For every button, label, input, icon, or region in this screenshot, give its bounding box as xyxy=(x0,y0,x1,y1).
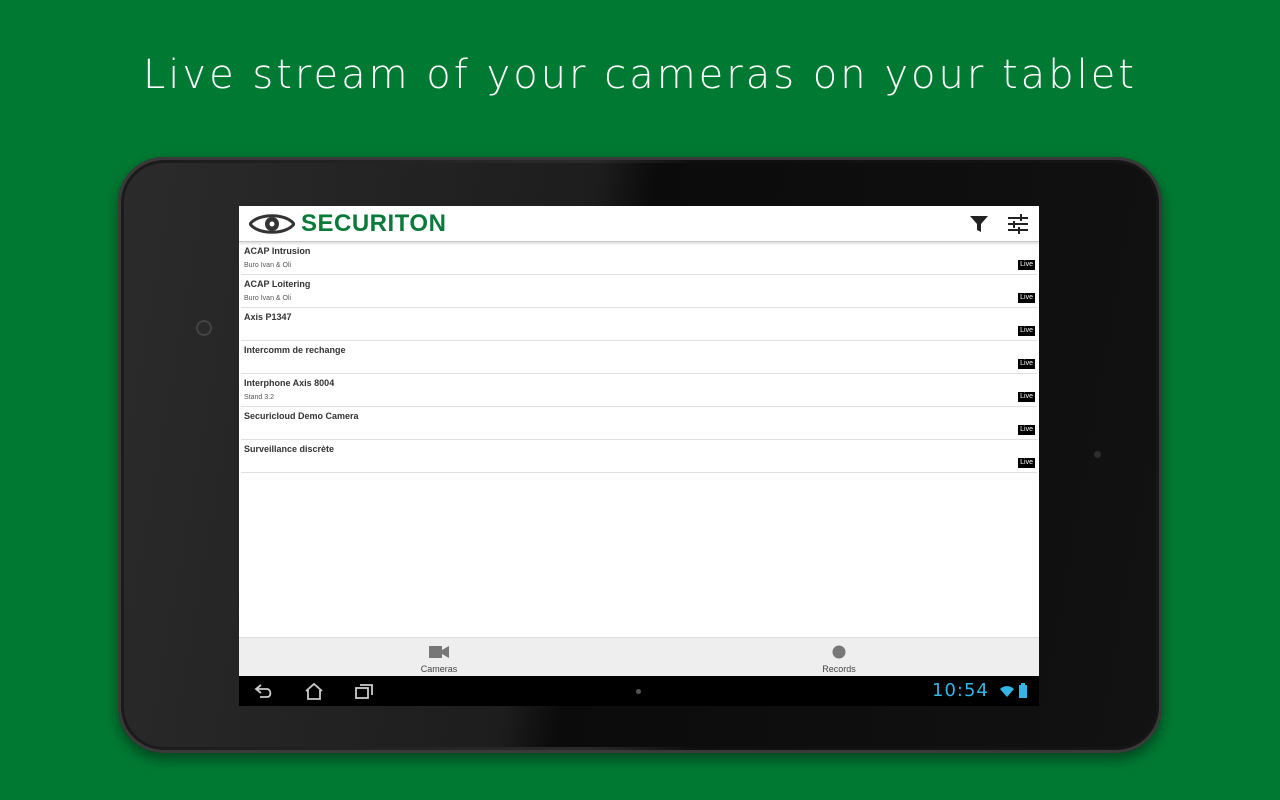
camera-name: Intercomm de rechange xyxy=(244,345,346,355)
tab-cameras[interactable]: Cameras xyxy=(239,638,639,677)
system-bar: 10:54 xyxy=(239,676,1039,706)
camera-name: Securicloud Demo Camera xyxy=(244,411,359,421)
camera-location: Buro Ivan & Oli xyxy=(244,262,292,269)
eye-icon xyxy=(249,214,295,234)
camera-row[interactable]: ACAP Loitering Buro Ivan & Oli Live xyxy=(241,275,1037,308)
camera-row[interactable]: Securicloud Demo Camera Live xyxy=(241,407,1037,440)
recent-apps-icon[interactable] xyxy=(353,682,375,700)
video-camera-icon xyxy=(429,646,449,658)
brand-name: SECURITON xyxy=(301,210,447,237)
tab-records[interactable]: Records xyxy=(639,638,1039,677)
camera-row[interactable]: Intercomm de rechange Live xyxy=(241,341,1037,374)
tab-records-label: Records xyxy=(822,664,856,674)
camera-list: ACAP Intrusion Buro Ivan & Oli Live ACAP… xyxy=(239,242,1039,473)
bottom-navigation: Cameras Records xyxy=(239,637,1039,677)
battery-icon xyxy=(1019,683,1027,698)
home-icon[interactable] xyxy=(303,682,325,700)
live-badge[interactable]: Live xyxy=(1018,458,1035,468)
camera-row[interactable]: ACAP Intrusion Buro Ivan & Oli Live xyxy=(241,242,1037,275)
back-icon[interactable] xyxy=(253,682,275,700)
camera-name: Interphone Axis 8004 xyxy=(244,378,335,388)
wifi-icon xyxy=(1000,686,1014,697)
camera-location: Buro Ivan & Oli xyxy=(244,295,292,302)
tablet-screen: SECURITON ACAP Intrusion Buro Ivan & Oli… xyxy=(239,206,1039,706)
settings-sliders-icon[interactable] xyxy=(1007,213,1029,235)
live-badge[interactable]: Live xyxy=(1018,425,1035,435)
live-badge[interactable]: Live xyxy=(1018,392,1035,402)
nav-indicator-dot xyxy=(636,689,641,694)
live-badge[interactable]: Live xyxy=(1018,326,1035,336)
app-bar: SECURITON xyxy=(239,206,1039,242)
front-camera-icon xyxy=(196,320,212,336)
filter-icon[interactable] xyxy=(968,213,990,235)
tab-cameras-label: Cameras xyxy=(420,664,458,674)
camera-row[interactable]: Surveillance discrète Live xyxy=(241,440,1037,473)
status-clock: 10:54 xyxy=(932,680,989,701)
sensor-icon xyxy=(1094,451,1101,458)
live-badge[interactable]: Live xyxy=(1018,359,1035,369)
camera-row[interactable]: Interphone Axis 8004 Stand 3.2 Live xyxy=(241,374,1037,407)
camera-name: ACAP Loitering xyxy=(244,279,311,289)
headline: Live stream of your cameras on your tabl… xyxy=(143,52,1137,98)
camera-row[interactable]: Axis P1347 Live xyxy=(241,308,1037,341)
camera-location: Stand 3.2 xyxy=(244,394,274,401)
camera-name: Surveillance discrète xyxy=(244,444,335,454)
live-badge[interactable]: Live xyxy=(1018,260,1035,270)
camera-name: ACAP Intrusion xyxy=(244,246,311,256)
app-logo: SECURITON xyxy=(249,210,446,238)
camera-name: Axis P1347 xyxy=(244,312,292,322)
live-badge[interactable]: Live xyxy=(1018,293,1035,303)
record-dot-icon xyxy=(832,645,846,659)
